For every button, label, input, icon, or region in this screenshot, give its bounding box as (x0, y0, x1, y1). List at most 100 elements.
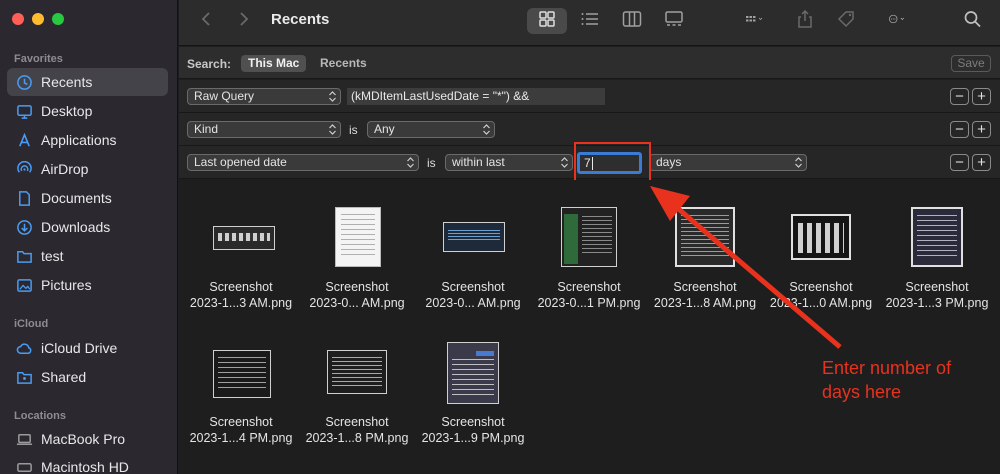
criteria-row-raw-query: Raw Query (kMDItemLastUsedDate = "*") &&… (179, 80, 1000, 113)
remove-criteria-button[interactable]: − (950, 154, 969, 171)
updown-chevron-icon (406, 157, 415, 168)
attribute-label: Last opened date (194, 155, 287, 169)
add-criteria-button[interactable]: + (972, 121, 991, 138)
kind-popup[interactable]: Any (367, 121, 495, 138)
sidebar-item-macbook-pro[interactable]: MacBook Pro (7, 425, 168, 453)
screenshot-thumbnail (213, 350, 271, 398)
sidebar-item-pictures[interactable]: Pictures (7, 271, 168, 299)
file-name: Screenshot 2023-1...9 PM.png (421, 415, 525, 445)
updown-chevron-icon (560, 157, 569, 168)
group-button[interactable] (735, 8, 775, 34)
sidebar-item-macintosh-hd[interactable]: Macintosh HD (7, 453, 168, 474)
save-button[interactable]: Save (951, 55, 991, 72)
remove-criteria-button[interactable]: − (950, 88, 969, 105)
sidebar-item-applications[interactable]: Applications (7, 126, 168, 154)
laptop-icon (15, 430, 33, 448)
back-button[interactable] (195, 8, 219, 34)
sidebar-item-label: test (41, 248, 64, 264)
attribute-popup[interactable]: Kind (187, 121, 341, 138)
attribute-popup[interactable]: Last opened date (187, 154, 419, 171)
search-scope-bar: Search: This Mac Recents Save (179, 47, 1000, 79)
sidebar-item-shared[interactable]: Shared (7, 363, 168, 391)
scope-recents[interactable]: Recents (313, 55, 374, 72)
file-name: Screenshot 2023-1...8 AM.png (653, 280, 757, 310)
updown-chevron-icon (328, 91, 337, 102)
file-name: Screenshot 2023-1...8 PM.png (305, 415, 409, 445)
sidebar-item-downloads[interactable]: Downloads (7, 213, 168, 241)
screenshot-thumbnail (213, 226, 275, 250)
sidebar-section-locations: Locations (14, 410, 66, 422)
updown-chevron-icon (328, 124, 337, 135)
add-criteria-button[interactable]: + (972, 154, 991, 171)
close-button[interactable] (12, 13, 24, 25)
search-label: Search: (187, 57, 232, 71)
pictures-icon (15, 276, 33, 294)
minimize-button[interactable] (32, 13, 44, 25)
sidebar-item-airdrop[interactable]: AirDrop (7, 155, 168, 183)
toolbar: Recents (179, 0, 1000, 46)
annotation-text: Enter number of days here (822, 356, 982, 404)
sidebar-item-label: Applications (41, 132, 117, 148)
forward-icon (233, 10, 253, 33)
unit-popup[interactable]: days (649, 154, 807, 171)
condition-value: within last (452, 155, 505, 169)
icon-view-button[interactable] (527, 8, 567, 34)
icon-view-icon (537, 10, 557, 33)
sidebar-section-icloud: iCloud (14, 318, 49, 330)
column-view-icon (622, 10, 642, 33)
screenshot-thumbnail (675, 207, 735, 267)
window-controls (12, 13, 64, 25)
search-icon (963, 10, 983, 33)
search-button[interactable] (961, 8, 985, 34)
annotation-highlight-box (574, 142, 651, 182)
attribute-popup[interactable]: Raw Query (187, 88, 341, 105)
action-button[interactable] (877, 8, 919, 34)
desktop-icon (15, 102, 33, 120)
sidebar-item-icloud-drive[interactable]: iCloud Drive (7, 334, 168, 362)
gallery-view-icon (664, 10, 684, 33)
list-view-button[interactable] (577, 8, 603, 34)
clock-icon (15, 73, 33, 91)
scope-this-mac[interactable]: This Mac (241, 55, 307, 72)
sidebar-item-label: Shared (41, 369, 87, 385)
sidebar-item-recents[interactable]: Recents (7, 68, 168, 96)
operator-label: is (427, 156, 436, 170)
disk-icon (15, 458, 33, 474)
zoom-button[interactable] (52, 13, 64, 25)
back-icon (197, 10, 217, 33)
file-name: Screenshot 2023-1...3 AM.png (189, 280, 293, 310)
sidebar-item-label: Recents (41, 74, 93, 90)
folder-icon (15, 247, 33, 265)
sidebar-item-test[interactable]: test (7, 242, 168, 270)
updown-chevron-icon (482, 124, 491, 135)
sidebar-item-documents[interactable]: Documents (7, 184, 168, 212)
condition-popup[interactable]: within last (445, 154, 573, 171)
file-name: Screenshot 2023-1...4 PM.png (189, 415, 293, 445)
column-view-button[interactable] (619, 8, 645, 34)
applications-icon (15, 131, 33, 149)
sidebar: Favorites Recents Desktop Applications A… (0, 0, 178, 474)
attribute-label: Raw Query (194, 89, 255, 103)
window-title: Recents (271, 11, 330, 28)
share-button[interactable] (793, 8, 817, 34)
action-icon (888, 10, 908, 33)
tag-button[interactable] (835, 8, 859, 34)
raw-query-field[interactable]: (kMDItemLastUsedDate = "*") && (347, 88, 605, 105)
attribute-label: Kind (194, 122, 219, 136)
sidebar-item-desktop[interactable]: Desktop (7, 97, 168, 125)
add-criteria-button[interactable]: + (972, 88, 991, 105)
screenshot-thumbnail (327, 350, 387, 394)
screenshot-thumbnail (447, 342, 499, 404)
sidebar-item-label: AirDrop (41, 161, 89, 177)
operator-label: is (349, 123, 358, 137)
file-name: Screenshot 2023-0...1 PM.png (537, 280, 641, 310)
sidebar-item-label: Downloads (41, 219, 111, 235)
remove-criteria-button[interactable]: − (950, 121, 969, 138)
screenshot-thumbnail (791, 214, 851, 260)
airdrop-icon (15, 160, 33, 178)
screenshot-thumbnail (443, 222, 505, 252)
document-icon (15, 189, 33, 207)
forward-button[interactable] (231, 8, 255, 34)
gallery-view-button[interactable] (661, 8, 687, 34)
sidebar-item-label: Documents (41, 190, 112, 206)
